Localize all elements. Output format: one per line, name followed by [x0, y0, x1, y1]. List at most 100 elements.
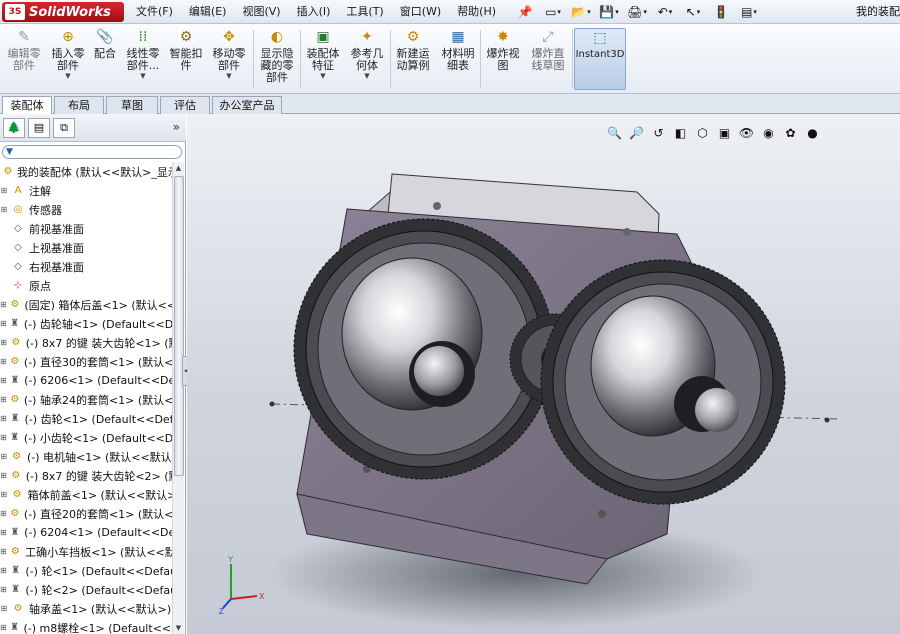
undo-button[interactable]: ↶ ▾: [652, 3, 678, 21]
linear-pattern-button[interactable]: ⁞⁞ 线性零 部件... ▼: [122, 28, 164, 90]
expand-icon[interactable]: ⊞: [0, 376, 7, 385]
view-orientation-icon[interactable]: ⬡: [693, 124, 712, 142]
feature-tree-tab-icon[interactable]: 🌲: [3, 118, 25, 138]
menu-tools[interactable]: 工具(T): [338, 0, 391, 24]
expand-icon[interactable]: ⊞: [0, 357, 7, 366]
tree-item[interactable]: ⊞ ⚙ 箱体前盖<1> (默认<<默认>): [0, 485, 172, 504]
tree-item[interactable]: ⊞♜ (-) 6204<1> (Default<<Default>): [0, 523, 172, 542]
expand-icon[interactable]: ⊞: [0, 433, 7, 442]
expand-icon[interactable]: ⊞: [0, 414, 7, 423]
tree-item[interactable]: ◇ 右视基准面: [0, 257, 172, 276]
expand-icon[interactable]: ⊞: [0, 395, 7, 404]
expand-icon[interactable]: ⊞: [0, 604, 8, 613]
scroll-up-icon[interactable]: ▲: [173, 162, 184, 174]
expand-icon[interactable]: ⊞: [0, 490, 8, 499]
tree-item[interactable]: ⊞ ♜ (-) 轮<1> (Default<<Default>): [0, 561, 172, 580]
tab-sketch[interactable]: 草图: [106, 96, 158, 114]
tree-item[interactable]: ⊞♜ (-) 6206<1> (Default<<Default>): [0, 371, 172, 390]
scroll-down-icon[interactable]: ▼: [173, 622, 184, 634]
chevron-down-icon[interactable]: ▼: [364, 72, 369, 80]
apply-scene-icon[interactable]: ✿: [781, 124, 800, 142]
open-button[interactable]: 📂 ▾: [568, 3, 594, 21]
new-document-button[interactable]: ▭ ▾: [540, 3, 566, 21]
tree-item[interactable]: ⊞⚙(-) 直径30的套筒<1> (默认<<默认>): [0, 352, 172, 371]
previous-view-icon[interactable]: ↺: [649, 124, 668, 142]
expand-icon[interactable]: ⊞: [0, 623, 7, 632]
expand-icon[interactable]: ⊞: [0, 471, 7, 480]
menu-file[interactable]: 文件(F): [128, 0, 181, 24]
expand-icon[interactable]: ⊞: [0, 319, 7, 328]
menu-insert[interactable]: 插入(I): [289, 0, 339, 24]
exploded-view-button[interactable]: ✸ 爆炸视 图: [482, 28, 524, 90]
menu-edit[interactable]: 编辑(E): [181, 0, 235, 24]
feature-tree-filter[interactable]: ▼: [2, 145, 182, 159]
graphics-area[interactable]: 🔍 🔎 ↺ ◧ ⬡ ▣ 👁 ◉ ✿ ● Y X Z: [187, 114, 900, 634]
tab-layout[interactable]: 布局: [54, 96, 104, 114]
expand-icon[interactable]: ⊞: [0, 186, 8, 195]
zoom-area-icon[interactable]: 🔎: [627, 124, 646, 142]
tree-item[interactable]: ⊞ ◎ 传感器: [0, 200, 172, 219]
property-manager-tab-icon[interactable]: ▤: [28, 118, 50, 138]
scrollbar-thumb[interactable]: [174, 176, 184, 476]
tree-item[interactable]: ⊹ 原点: [0, 276, 172, 295]
zoom-to-fit-icon[interactable]: 🔍: [605, 124, 624, 142]
display-style-icon[interactable]: ▣: [715, 124, 734, 142]
tree-item[interactable]: ⊞ ♜ (-) 轮<2> (Default<<Default>): [0, 580, 172, 599]
assembly-model-view[interactable]: [187, 114, 900, 634]
bill-of-materials-button[interactable]: ▦ 材料明 细表: [438, 28, 478, 90]
edit-component-button[interactable]: ✎ 编辑零 部件: [4, 28, 44, 90]
expand-icon[interactable]: ⊞: [0, 566, 7, 575]
expand-icon[interactable]: ⊞: [0, 338, 7, 347]
section-view-icon[interactable]: ◧: [671, 124, 690, 142]
chevron-down-icon[interactable]: ▼: [65, 72, 70, 80]
tree-item[interactable]: ⊞⚙ 工确小车挡板<1> (默认<<默认>): [0, 542, 172, 561]
expand-icon[interactable]: ⊞: [0, 547, 7, 556]
menu-help[interactable]: 帮助(H): [449, 0, 504, 24]
tree-root-assembly[interactable]: ⚙我的装配体 (默认<<默认>_显示状态 1>): [0, 162, 172, 181]
tree-scrollbar[interactable]: ▲ ▼: [172, 162, 184, 634]
menu-window[interactable]: 窗口(W): [392, 0, 449, 24]
right-gear[interactable]: [540, 259, 786, 505]
tree-item[interactable]: ⊞ ⚙ 轴承盖<1> (默认<<默认>): [0, 599, 172, 618]
assembly-features-button[interactable]: ▣ 装配体 特征 ▼: [302, 28, 344, 90]
tree-item[interactable]: ⊞♜(-) 齿轮轴<1> (Default<<Default>): [0, 314, 172, 333]
solidworks-logo[interactable]: 3S SolidWorks: [2, 2, 124, 22]
tree-item[interactable]: ⊞♜(-) 小齿轮<1> (Default<<Default>): [0, 428, 172, 447]
edit-appearance-icon[interactable]: ◉: [759, 124, 778, 142]
show-hidden-components-button[interactable]: ◐ 显示隐 藏的零 部件: [256, 28, 298, 90]
tree-item[interactable]: ⊞♜ (-) 齿轮<1> (Default<<Default>): [0, 409, 172, 428]
instant3d-button[interactable]: ⬚ Instant3D: [574, 28, 626, 90]
tree-item[interactable]: ⊞⚙ (固定) 箱体后盖<1> (默认<<默认>): [0, 295, 172, 314]
tree-item[interactable]: ◇ 上视基准面: [0, 238, 172, 257]
tree-item[interactable]: ⊞⚙(-) 直径20的套筒<1> (默认<<默认>): [0, 504, 172, 523]
expand-icon[interactable]: ⊞: [0, 528, 7, 537]
tree-item[interactable]: ⊞♜(-) m8螺栓<1> (Default<<Default>): [0, 618, 172, 634]
hide-show-items-icon[interactable]: 👁: [737, 124, 756, 142]
mate-button[interactable]: 📎 配合: [90, 28, 120, 90]
tab-assembly[interactable]: 装配体: [2, 96, 52, 115]
smart-fasteners-button[interactable]: ⚙ 智能扣 件: [166, 28, 206, 90]
save-button[interactable]: 💾 ▾: [596, 3, 622, 21]
new-motion-study-button[interactable]: ⚙ 新建运 动算例: [392, 28, 434, 90]
insert-component-button[interactable]: ⊕ 插入零 部件 ▼: [48, 28, 88, 90]
explode-line-sketch-button[interactable]: ⤢ 爆炸直 线草图: [526, 28, 570, 90]
pushpin-icon[interactable]: 📌: [512, 3, 538, 21]
tree-item[interactable]: ⊞ ⚙ (-) 8x7 的键 装大齿轮<1> (默认): [0, 333, 172, 352]
tree-item[interactable]: ⊞ A 注解: [0, 181, 172, 200]
expand-icon[interactable]: ⊞: [0, 452, 7, 461]
view-settings-icon[interactable]: ●: [803, 124, 822, 142]
expand-icon[interactable]: ⊞: [0, 300, 7, 309]
chevron-down-icon[interactable]: ▼: [140, 72, 145, 80]
tree-item[interactable]: ⊞ ⚙ (-) 电机轴<1> (默认<<默认>): [0, 447, 172, 466]
expand-icon[interactable]: ⊞: [0, 585, 7, 594]
chevron-down-icon[interactable]: ▼: [320, 72, 325, 80]
tree-item[interactable]: ⊞ ⚙ (-) 8x7 的键 装大齿轮<2> (默认): [0, 466, 172, 485]
expand-icon[interactable]: ⊞: [0, 509, 7, 518]
menu-view[interactable]: 视图(V): [234, 0, 288, 24]
chevron-right-icon[interactable]: »: [173, 120, 180, 134]
configuration-manager-tab-icon[interactable]: ⧉: [53, 118, 75, 138]
chevron-down-icon[interactable]: ▼: [226, 72, 231, 80]
reference-geometry-button[interactable]: ✦ 参考几 何体 ▼: [346, 28, 388, 90]
options-button[interactable]: ▤ ▾: [736, 3, 762, 21]
tree-item[interactable]: ◇ 前视基准面: [0, 219, 172, 238]
